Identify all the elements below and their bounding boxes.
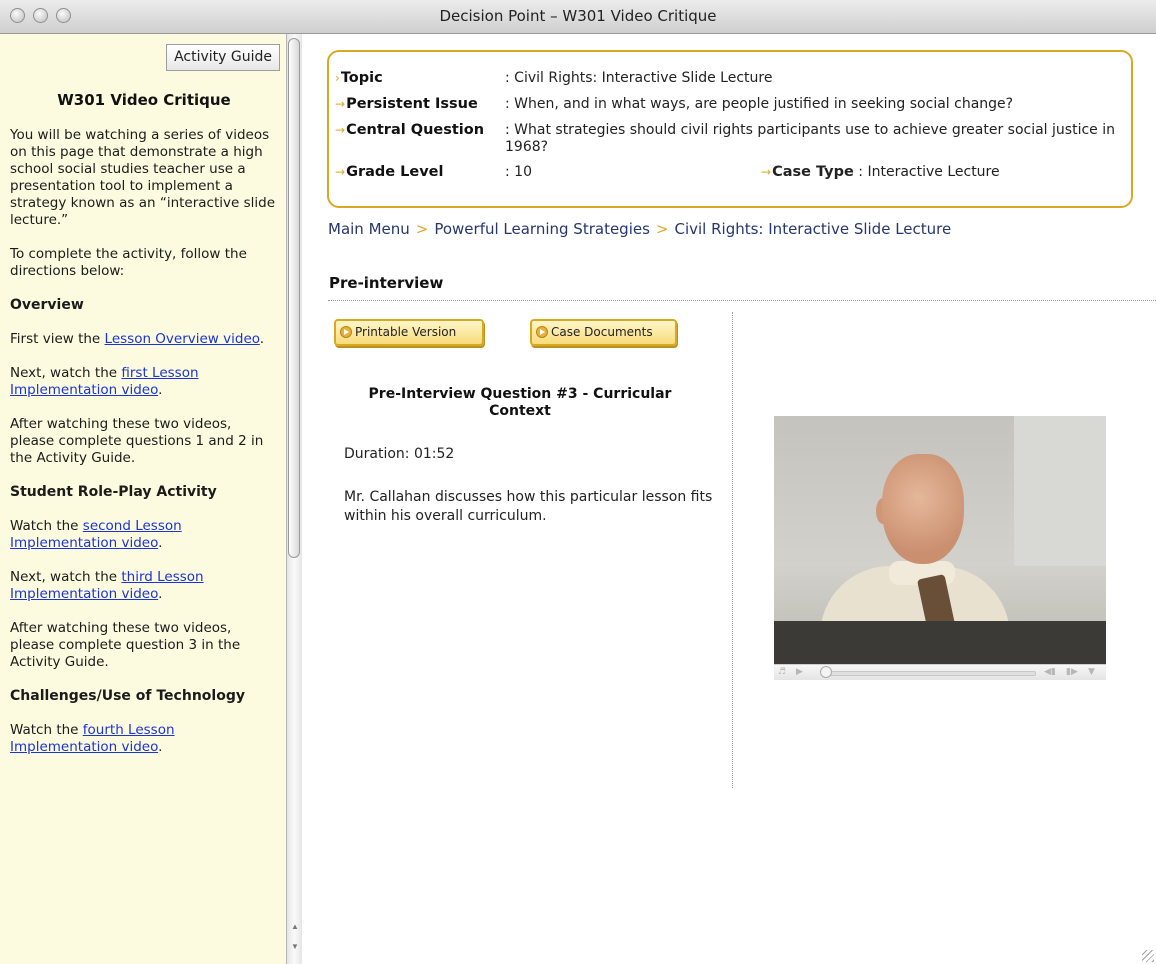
section-divider (328, 300, 1156, 301)
video-scrubber[interactable] (824, 671, 1036, 676)
column-divider (732, 312, 733, 788)
challenges-step-1: Watch the fourth Lesson Implementation v… (10, 722, 278, 756)
arrow-bullet-icon: → (335, 123, 346, 137)
step-text: First view the (10, 331, 105, 347)
step-text: Watch the (10, 722, 83, 738)
video-duration: Duration: 01:52 (344, 446, 455, 462)
question-label: →Central Question (335, 122, 505, 156)
window-titlebar: Decision Point – W301 Video Critique (0, 0, 1156, 34)
label-text: Grade Level (346, 164, 444, 180)
question-value: : What strategies should civil rights pa… (505, 122, 1115, 155)
step-text: . (158, 382, 163, 398)
challenges-heading: Challenges/Use of Technology (10, 688, 245, 704)
scrubber-knob[interactable] (820, 666, 832, 678)
roleplay-step-2: Next, watch the third Lesson Implementat… (10, 569, 278, 603)
sidebar-scrollbar[interactable]: ▲ ▼ (286, 34, 302, 964)
step-forward-icon[interactable]: ▮▶ (1066, 667, 1078, 677)
issue-label: →Persistent Issue (335, 96, 505, 113)
step-text: . (259, 331, 265, 347)
sidebar-content: W301 Video Critique You will be watching… (10, 92, 278, 773)
activity-sidebar: Activity Guide W301 Video Critique You w… (0, 34, 286, 964)
label-text: Persistent Issue (346, 96, 478, 112)
issue-row: →Persistent Issue : When, and in what wa… (335, 96, 1125, 113)
topic-label: ›Topic (335, 70, 505, 87)
scroll-down-arrow-icon[interactable]: ▼ (291, 942, 299, 951)
sidebar-intro: You will be watching a series of videos … (10, 127, 276, 228)
topic-row: ›Topic : Civil Rights: Interactive Slide… (335, 70, 1125, 87)
case-documents-button[interactable]: Case Documents (530, 319, 677, 346)
button-label: Printable Version (355, 325, 457, 339)
printable-version-button[interactable]: Printable Version (334, 319, 484, 346)
label-text: Central Question (346, 122, 485, 138)
arrow-bullet-icon: → (761, 165, 772, 179)
breadcrumb-main-menu[interactable]: Main Menu (328, 220, 410, 238)
breadcrumb-separator: > (415, 220, 429, 238)
step-text: . (158, 586, 163, 602)
roleplay-step-3: After watching these two videos, please … (10, 620, 241, 670)
overview-step-3: After watching these two videos, please … (10, 416, 264, 466)
step-text: Watch the (10, 518, 83, 534)
window-title: Decision Point – W301 Video Critique (439, 7, 717, 25)
roleplay-step-1: Watch the second Lesson Implementation v… (10, 518, 278, 552)
video-frame (882, 454, 964, 564)
video-controls: ♬ ▶ ◀▮ ▮▶ ▼ (774, 664, 1106, 680)
overview-step-2: Next, watch the first Lesson Implementat… (10, 365, 278, 399)
sidebar-directions: To complete the activity, follow the dir… (10, 246, 247, 279)
scrollbar-thumb[interactable] (288, 38, 300, 558)
volume-icon[interactable]: ♬ (778, 667, 786, 677)
case-info-box: ›Topic : Civil Rights: Interactive Slide… (327, 50, 1133, 208)
play-icon[interactable]: ▶ (796, 667, 803, 677)
overview-heading: Overview (10, 297, 84, 313)
case-type: →Case Type : Interactive Lecture (761, 164, 1000, 180)
grade-row: →Grade Level : 10 (335, 164, 705, 181)
question-description: Mr. Callahan discusses how this particul… (344, 489, 713, 524)
arrow-bullet-icon: › (335, 71, 340, 85)
breadcrumb-separator: > (655, 220, 669, 238)
scroll-up-arrow-icon[interactable]: ▲ (291, 922, 299, 931)
question-row: →Central Question : What strategies shou… (335, 122, 1125, 156)
case-type-label: Case Type (772, 164, 854, 180)
case-type-value: : Interactive Lecture (853, 164, 1000, 180)
step-back-icon[interactable]: ◀▮ (1044, 667, 1056, 677)
activity-guide-button[interactable]: Activity Guide (166, 44, 280, 71)
step-text: . (158, 739, 163, 755)
video-player[interactable] (774, 416, 1106, 664)
grade-label: →Grade Level (335, 164, 505, 181)
topic-value: : Civil Rights: Interactive Slide Lectur… (505, 70, 773, 86)
button-label: Case Documents (551, 325, 653, 339)
step-text: Next, watch the (10, 569, 122, 585)
play-circle-icon (536, 326, 548, 338)
video-frame (1014, 416, 1106, 566)
step-text: . (158, 535, 163, 551)
lesson-overview-link[interactable]: Lesson Overview video (105, 331, 260, 347)
main-content: ›Topic : Civil Rights: Interactive Slide… (302, 34, 1156, 964)
resize-grip-icon[interactable] (1142, 950, 1154, 962)
play-circle-icon (340, 326, 352, 338)
step-text: Next, watch the (10, 365, 122, 381)
arrow-bullet-icon: → (335, 165, 346, 179)
breadcrumb-current[interactable]: Civil Rights: Interactive Slide Lecture (675, 220, 952, 238)
label-text: Topic (340, 70, 383, 86)
section-title: Pre-interview (329, 274, 444, 292)
breadcrumb: Main Menu > Powerful Learning Strategies > C… (328, 220, 951, 238)
issue-value: : When, and in what ways, are people jus… (505, 96, 1014, 112)
video-frame (774, 621, 1106, 664)
menu-chevron-down-icon[interactable]: ▼ (1088, 667, 1095, 677)
question-title: Pre-Interview Question #3 - Curricular C… (368, 386, 672, 419)
arrow-bullet-icon: → (335, 97, 346, 111)
sidebar-title: W301 Video Critique (57, 91, 231, 109)
roleplay-heading: Student Role-Play Activity (10, 484, 217, 500)
grade-value: : 10 (505, 164, 532, 180)
breadcrumb-strategies[interactable]: Powerful Learning Strategies (434, 220, 650, 238)
overview-step-1: First view the Lesson Overview video. (10, 331, 278, 348)
